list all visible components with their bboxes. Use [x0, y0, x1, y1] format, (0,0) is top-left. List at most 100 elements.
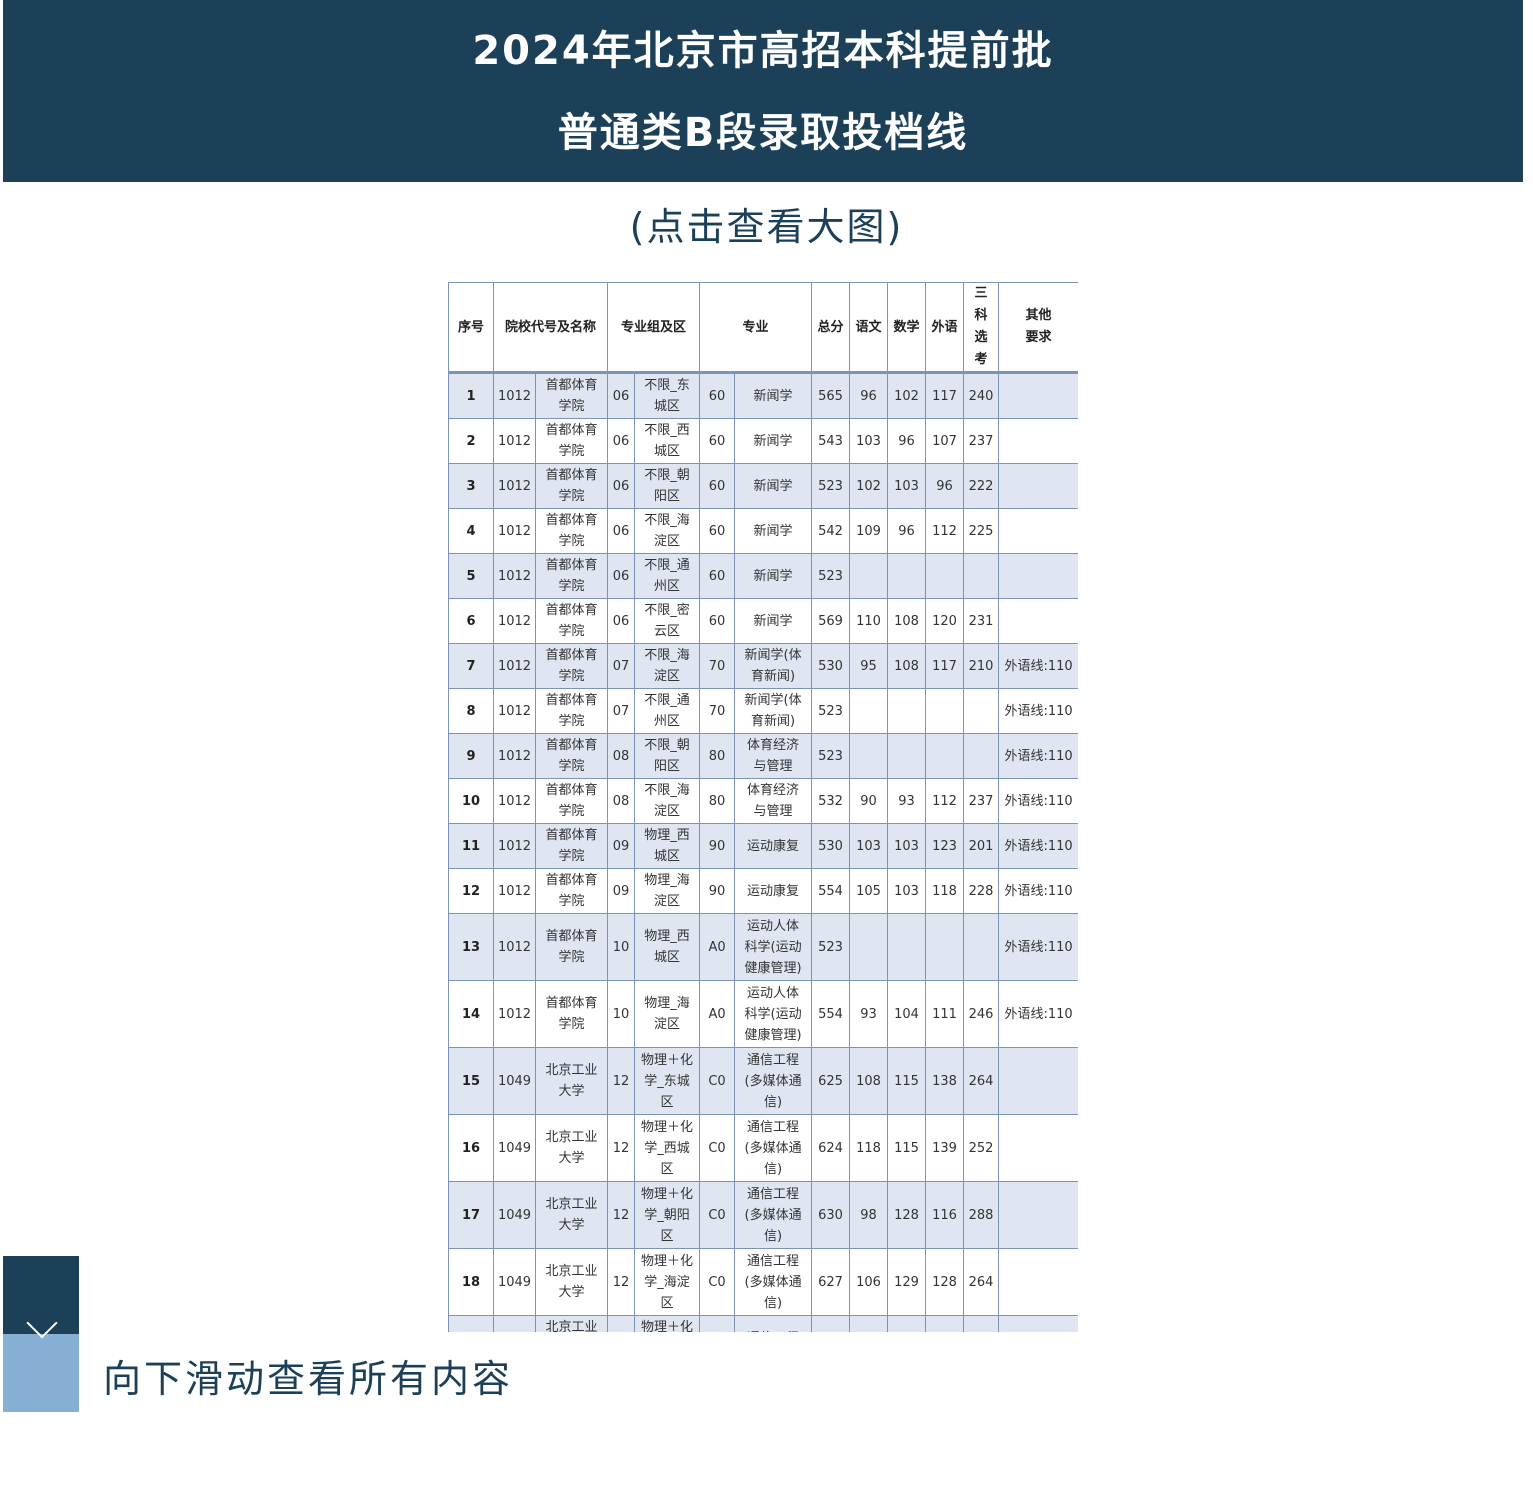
- cell-school-name: 首都体育 学院: [534, 553, 609, 599]
- cell-other: [998, 598, 1078, 644]
- cell-seq: 2: [448, 418, 494, 464]
- cell-math: 108: [887, 598, 927, 644]
- cell-group-code: 06: [607, 553, 636, 599]
- cell-school-name: 首都体育 学院: [534, 598, 609, 644]
- cell-other: [998, 508, 1078, 554]
- cell-school-name: 首都体育 学院: [534, 508, 609, 554]
- cell-total: 523: [811, 463, 851, 509]
- cell-major-name: 通信工程 (多媒体通 信): [734, 1181, 813, 1249]
- table-row: 15 1049 北京工业 大学 12 物理＋化 学_东城 区 C0 通信工程 (多媒体通 信…: [448, 1047, 1078, 1115]
- cell-seq: 1: [448, 371, 494, 419]
- cell-group-code: 07: [607, 688, 636, 734]
- table-row: 10 1012 首都体育 学院 08 不限_海 淀区 80 体育经济 与管理 532 90 93 1…: [448, 778, 1078, 824]
- cell-three-subjects: [963, 913, 1000, 981]
- cell-major-name: 运动人体 科学(运动 健康管理): [734, 913, 813, 981]
- cell-math: [887, 733, 927, 779]
- header-major: 专业: [699, 282, 813, 373]
- table-row: 7 1012 首都体育 学院 07 不限_海 淀区 70 新闻学(体 育新闻) 530 95 10…: [448, 643, 1078, 689]
- cell-group-region: 不限_朝 阳区: [634, 463, 701, 509]
- table-row: 18 1049 北京工业 大学 12 物理＋化 学_海淀 区 C0 通信工程 (多媒体通 信…: [448, 1248, 1078, 1316]
- scroll-down-button[interactable]: [3, 1256, 79, 1412]
- cell-foreign: 117: [925, 643, 965, 689]
- cell-school-code: 1049: [493, 1181, 536, 1249]
- cell-seq: 16: [448, 1114, 494, 1182]
- cell-chinese: 108: [849, 1047, 889, 1115]
- cell-other: 外语线:110: [998, 868, 1078, 914]
- cell-total: 523: [811, 913, 851, 981]
- header-other: 其他 要求: [998, 282, 1078, 373]
- cell-group-region: 物理_海 淀区: [634, 980, 701, 1048]
- cell-major-code: 70: [699, 688, 736, 734]
- cell-major-code: 90: [699, 868, 736, 914]
- cell-school-code: 1012: [493, 508, 536, 554]
- table-body: 1 1012 首都体育 学院 06 不限_东 城区 60 新闻学 565 96 102 117 240…: [448, 371, 1078, 1332]
- cell-foreign: 117: [925, 371, 965, 419]
- cell-group-region: 物理＋化 学_西城 区: [634, 1114, 701, 1182]
- cell-major-name: 运动康复: [734, 868, 813, 914]
- cell-major-name: 新闻学: [734, 463, 813, 509]
- cell-group-code: 06: [607, 463, 636, 509]
- cell-group-code: 10: [607, 913, 636, 981]
- score-table-image[interactable]: 序号 院校代号及名称 专业组及区 专业 总分 语文 数学 外语 三 科 选 考 …: [448, 282, 1078, 1332]
- cell-group-region: 物理_海 淀区: [634, 868, 701, 914]
- header-foreign: 外语: [925, 282, 965, 373]
- cell-foreign: 112: [925, 508, 965, 554]
- cell-chinese: 105: [849, 868, 889, 914]
- cell-math: 129: [887, 1248, 927, 1316]
- table-row: 12 1012 首都体育 学院 09 物理_海 淀区 90 运动康复 554 105 103 118…: [448, 868, 1078, 914]
- cell-chinese: 103: [849, 823, 889, 869]
- cell-group-region: 不限_通 州区: [634, 688, 701, 734]
- cell-seq: 17: [448, 1181, 494, 1249]
- cell-seq: 8: [448, 688, 494, 734]
- cell-group-code: 09: [607, 823, 636, 869]
- cell-chinese: [849, 1315, 889, 1332]
- cell-three-subjects: 264: [963, 1248, 1000, 1316]
- cell-chinese: [849, 688, 889, 734]
- cell-foreign: 96: [925, 463, 965, 509]
- cell-group-region: 物理_西 城区: [634, 823, 701, 869]
- header-three-subjects: 三 科 选 考: [963, 282, 1000, 373]
- cell-group-code: 06: [607, 508, 636, 554]
- cell-group-code: 12: [607, 1114, 636, 1182]
- cell-chinese: 90: [849, 778, 889, 824]
- cell-school-code: 1049: [493, 1248, 536, 1316]
- cell-school-name: 北京工业 大学: [534, 1181, 609, 1249]
- cell-other: [998, 1181, 1078, 1249]
- cell-major-name: 新闻学(体 育新闻): [734, 643, 813, 689]
- cell-other: 外语线:110: [998, 643, 1078, 689]
- cell-math: 104: [887, 980, 927, 1048]
- cell-major-code: [699, 1315, 736, 1332]
- view-large-image-link[interactable]: (点击查看大图): [0, 196, 1533, 251]
- cell-three-subjects: 246: [963, 980, 1000, 1048]
- cell-total: 624: [811, 1114, 851, 1182]
- cell-total: 625: [811, 1047, 851, 1115]
- cell-math: 96: [887, 418, 927, 464]
- cell-other: 外语线:110: [998, 913, 1078, 981]
- cell-chinese: 106: [849, 1248, 889, 1316]
- cell-school-code: 1012: [493, 643, 536, 689]
- cell-three-subjects: 231: [963, 598, 1000, 644]
- cell-chinese: 93: [849, 980, 889, 1048]
- cell-three-subjects: 252: [963, 1114, 1000, 1182]
- cell-major-code: 70: [699, 643, 736, 689]
- cell-math: 93: [887, 778, 927, 824]
- cell-group-code: 10: [607, 980, 636, 1048]
- cell-seq: 18: [448, 1248, 494, 1316]
- cell-seq: 15: [448, 1047, 494, 1115]
- table-row: 3 1012 首都体育 学院 06 不限_朝 阳区 60 新闻学 523 102 103 96 222: [448, 463, 1078, 509]
- cell-chinese: 110: [849, 598, 889, 644]
- cell-school-code: 1012: [493, 371, 536, 419]
- cell-group-code: 12: [607, 1181, 636, 1249]
- cell-group-region: 不限_东 城区: [634, 371, 701, 419]
- cell-other: [998, 463, 1078, 509]
- cell-total: 530: [811, 823, 851, 869]
- cell-group-code: 08: [607, 778, 636, 824]
- cell-school-code: 1012: [493, 980, 536, 1048]
- cell-total: 543: [811, 418, 851, 464]
- page-header: 2024年北京市高招本科提前批 普通类B段录取投档线: [3, 0, 1523, 182]
- cell-foreign: [925, 553, 965, 599]
- cell-school-name: 首都体育 学院: [534, 418, 609, 464]
- header-chinese: 语文: [849, 282, 889, 373]
- cell-major-code: A0: [699, 913, 736, 981]
- cell-chinese: 118: [849, 1114, 889, 1182]
